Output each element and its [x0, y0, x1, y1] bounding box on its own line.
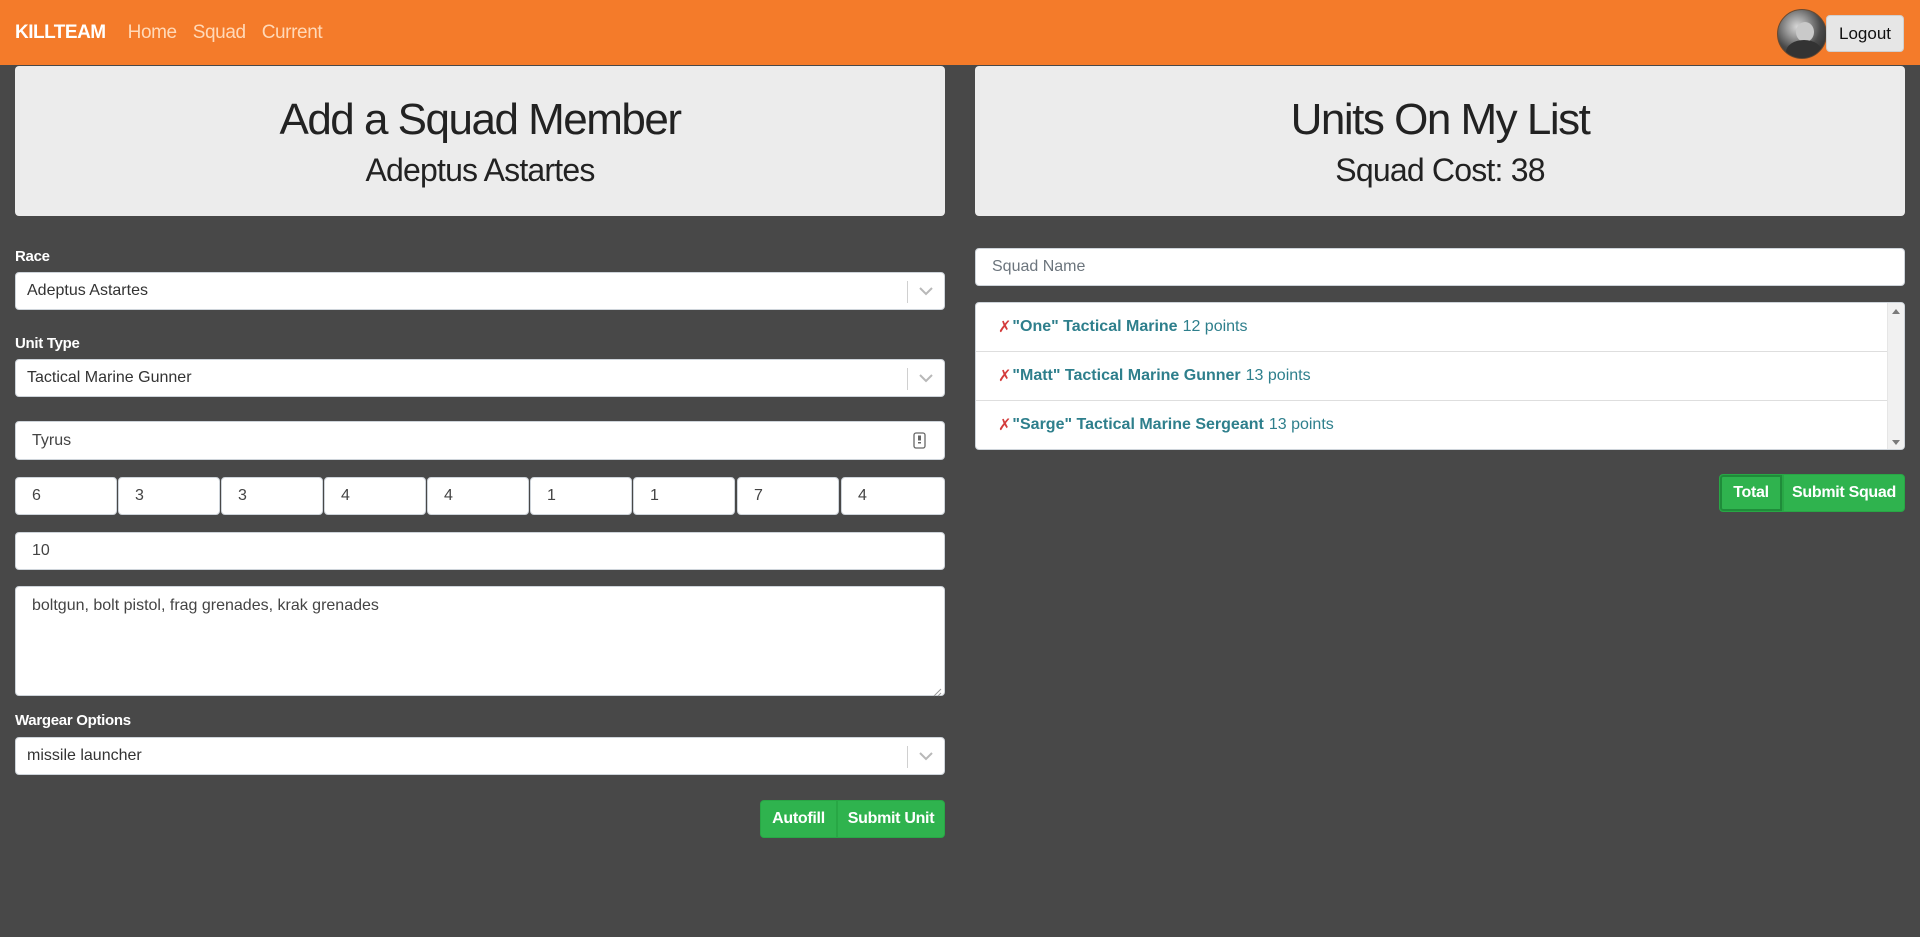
wargear-options-value: missile launcher — [27, 747, 142, 764]
stat-value: 7 — [754, 487, 763, 504]
chevron-down-icon — [918, 745, 934, 767]
scroll-up-arrow-icon[interactable] — [1892, 309, 1900, 314]
unit-type-label: Unit Type — [15, 335, 80, 352]
squad-name-input[interactable]: Squad Name — [975, 248, 1905, 286]
stat-input-w[interactable]: 1 — [530, 477, 632, 515]
race-select-value: Adeptus Astartes — [27, 282, 148, 299]
points-input[interactable]: 10 — [15, 532, 945, 570]
points-value: 10 — [32, 542, 50, 559]
logout-button[interactable]: Logout — [1826, 15, 1904, 52]
stat-value: 1 — [650, 487, 659, 504]
unit-name: "Sarge" Tactical Marine Sergeant — [1012, 416, 1264, 433]
stat-input-ws[interactable]: 3 — [118, 477, 220, 515]
list-item: ✗ "Sarge" Tactical Marine Sergeant 13 po… — [976, 401, 1887, 449]
unit-name-value: Tyrus — [32, 431, 72, 449]
remove-unit-icon[interactable]: ✗ — [998, 415, 1011, 435]
unit-points: 13 points — [1268, 416, 1334, 433]
unit-points: 12 points — [1182, 318, 1248, 335]
submit-squad-button[interactable]: Submit Squad — [1783, 474, 1905, 512]
stat-value: 3 — [238, 487, 247, 504]
squad-name-placeholder: Squad Name — [992, 258, 1086, 275]
nav-squad-link[interactable]: Squad — [193, 22, 246, 44]
unit-name: "Matt" Tactical Marine Gunner — [1012, 367, 1241, 384]
stat-value: 3 — [135, 487, 144, 504]
stat-value: 6 — [32, 487, 41, 504]
wargear-textarea[interactable]: boltgun, bolt pistol, frag grenades, kra… — [15, 586, 945, 697]
add-member-header: Add a Squad Member Adeptus Astartes — [15, 66, 945, 216]
stat-input-sv[interactable]: 4 — [841, 477, 945, 515]
stat-input-bs[interactable]: 3 — [221, 477, 323, 515]
resize-grip-icon[interactable] — [933, 684, 942, 697]
page-subtitle: Adeptus Astartes — [365, 152, 595, 188]
squad-list-title: Units On My List — [1290, 95, 1591, 144]
navbar: KILLTEAM Home Squad Current — [0, 0, 1920, 65]
stat-input-ld[interactable]: 7 — [737, 477, 839, 515]
race-select[interactable]: Adeptus Astartes — [15, 272, 945, 310]
nav-home-link[interactable]: Home — [128, 22, 177, 44]
list-item: ✗ "One" Tactical Marine 12 points — [976, 303, 1887, 352]
stat-value: 4 — [858, 487, 867, 504]
squad-unit-list: ✗ "One" Tactical Marine 12 points ✗ "Mat… — [975, 302, 1905, 450]
scroll-down-arrow-icon[interactable] — [1892, 440, 1900, 445]
remove-unit-icon[interactable]: ✗ — [998, 317, 1011, 337]
unit-points: 13 points — [1245, 367, 1311, 384]
chevron-down-icon — [918, 367, 934, 389]
stat-input-a[interactable]: 1 — [633, 477, 735, 515]
user-avatar[interactable] — [1777, 9, 1827, 59]
unit-type-select[interactable]: Tactical Marine Gunner — [15, 359, 945, 397]
contact-card-icon — [913, 432, 926, 454]
stat-input-m[interactable]: 6 — [15, 477, 117, 515]
submit-unit-button[interactable]: Submit Unit — [837, 800, 945, 838]
stat-value: 4 — [444, 487, 453, 504]
squad-cost: Squad Cost: 38 — [1335, 152, 1545, 188]
remove-unit-icon[interactable]: ✗ — [998, 366, 1011, 386]
race-label: Race — [15, 248, 50, 265]
unit-name: "One" Tactical Marine — [1012, 318, 1178, 335]
stat-input-t[interactable]: 4 — [427, 477, 529, 515]
stat-value: 1 — [547, 487, 556, 504]
unit-type-select-value: Tactical Marine Gunner — [27, 369, 192, 386]
wargear-text: boltgun, bolt pistol, frag grenades, kra… — [32, 597, 379, 614]
stat-input-s[interactable]: 4 — [324, 477, 426, 515]
wargear-options-label: Wargear Options — [15, 712, 131, 729]
unit-name-input[interactable]: Tyrus — [15, 421, 945, 460]
squad-list-header: Units On My List Squad Cost: 38 — [975, 66, 1905, 216]
chevron-down-icon — [918, 280, 934, 302]
wargear-options-select[interactable]: missile launcher — [15, 737, 945, 775]
list-item: ✗ "Matt" Tactical Marine Gunner 13 point… — [976, 352, 1887, 401]
page-title: Add a Squad Member — [279, 95, 682, 144]
stat-value: 4 — [341, 487, 350, 504]
nav-current-link[interactable]: Current — [262, 22, 323, 44]
autofill-button[interactable]: Autofill — [760, 800, 837, 838]
brand-logo[interactable]: KILLTEAM — [15, 22, 106, 44]
total-button[interactable]: Total — [1719, 474, 1783, 512]
list-scrollbar[interactable] — [1887, 303, 1904, 449]
